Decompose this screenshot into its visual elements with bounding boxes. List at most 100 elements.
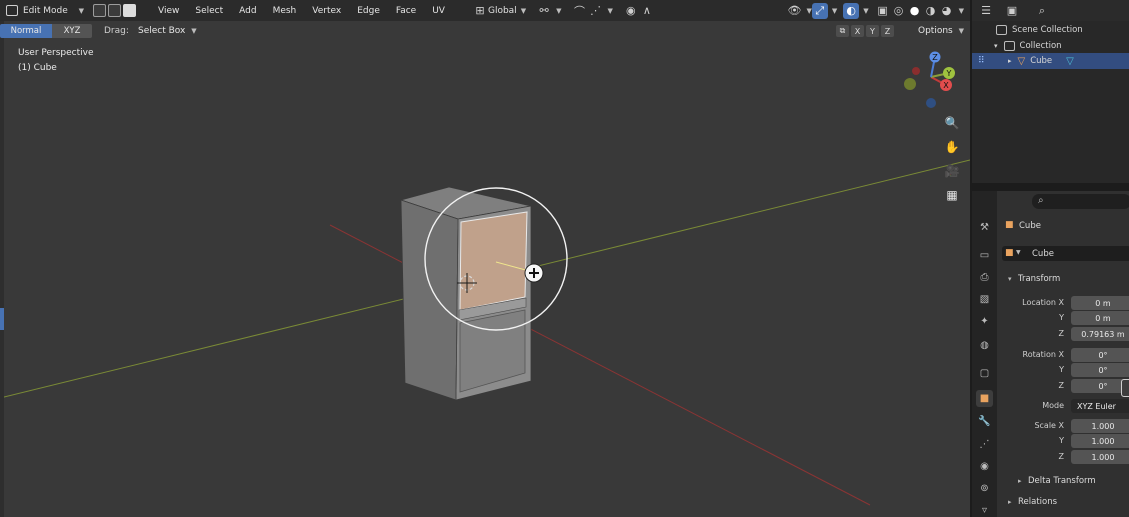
orientation-xyz-button[interactable]: XYZ [52,24,92,38]
view-layer-tab-icon[interactable]: ▧ [976,291,993,308]
display-mode-icon[interactable]: ▣ [1004,3,1020,19]
pivot-point-dropdown[interactable]: ⚯ ▼ [531,2,566,19]
world-tab-icon[interactable]: ◍ [976,337,993,354]
chevron-down-icon: ▼ [520,6,527,15]
menu-select[interactable]: Select [187,2,231,19]
outliner-editor-icon[interactable]: ☰ [978,3,994,19]
menu-face[interactable]: Face [388,2,424,19]
material-shading-icon[interactable]: ◑ [923,3,939,19]
solid-shading-icon[interactable]: ● [907,3,923,19]
physics-tab-icon[interactable]: ◉ [976,458,993,475]
edge-select-button[interactable] [108,4,121,17]
transform-label: Transform [1018,274,1061,284]
object-tab-icon[interactable]: ■ [976,390,993,407]
camera-view-icon[interactable]: 🎥 [942,161,962,181]
3d-viewport[interactable]: User Perspective (1) Cube X Y Z 🔍 ✋ 🎥 ▦ [0,21,970,517]
outliner-collection[interactable]: ▾ Collection [972,38,1129,54]
rotation-mode-label: Mode [1042,401,1064,410]
output-tab-icon[interactable]: ⎙ [976,269,993,286]
modifier-tab-icon[interactable]: 🔧 [976,413,993,430]
vertex-select-button[interactable] [93,4,106,17]
orientation-label: Global [487,5,517,16]
object-name-label: Cube [1019,221,1041,231]
xray-toggle-icon[interactable]: ▣ [875,3,891,19]
snap-toggle[interactable]: ⌒ ⋰ ▼ [566,2,617,19]
properties-tabs: ⚒ ▭ ⎙ ▧ ✦ ◍ ▢ ■ 🔧 ⋰ ◉ ⊚ ▿ [972,191,997,517]
properties-search[interactable]: ⌕ [1032,194,1129,209]
options-dropdown[interactable]: Options ▼ [918,26,964,36]
object-icon: ■ [1005,220,1014,230]
menu-vertex[interactable]: Vertex [304,2,349,19]
selected-inset-face[interactable] [459,211,528,311]
overlay-toggle-icon[interactable]: ◐ [843,2,860,19]
transform-orientation-dropdown[interactable]: ⊞ Global ▼ [467,2,531,19]
gizmo-toggle-icon[interactable]: ⤢ [811,2,828,19]
menu-uv[interactable]: UV [424,2,453,19]
drag-label: Drag: [104,26,129,36]
expand-arrow-icon[interactable]: ▾ [994,42,998,50]
pan-hand-icon[interactable]: ✋ [942,137,962,157]
location-x-field[interactable]: 0 m [1071,296,1129,310]
drag-select-value: Select Box [138,26,186,36]
mirror-icon[interactable]: ⧉ [836,25,849,37]
chevron-down-icon: ▼ [556,6,562,15]
wireframe-shading-icon[interactable]: ◎ [891,3,907,19]
location-y-field[interactable]: 0 m [1071,311,1129,325]
orientation-normal-button[interactable]: Normal [0,24,52,38]
toolbar-edge[interactable] [0,21,4,517]
chevron-down-icon: ▼ [958,27,964,35]
location-z-field[interactable]: 0.79163 m [1071,327,1129,341]
axis-z-button[interactable]: Z [881,25,894,37]
scale-y-field[interactable]: 1.000 [1071,434,1129,448]
properties-panel: ▤ ⌕ ⚒ ▭ ⎙ ▧ ✦ ◍ ▢ ■ 🔧 ⋰ ◉ ⊚ ▿ ■ Cube ■ ▼… [970,191,1129,517]
gizmo-y-label: Y [946,69,952,78]
options-label: Options [918,26,953,36]
drag-select-dropdown[interactable]: Select Box ▼ [138,26,197,36]
menu-mesh[interactable]: Mesh [265,2,305,19]
visibility-icon[interactable]: 👁 [786,3,802,19]
menu-edge[interactable]: Edge [349,2,388,19]
axis-x-button[interactable]: X [851,25,864,37]
location-y-label: Y [1059,313,1064,322]
scale-z-field[interactable]: 1.000 [1071,450,1129,464]
rotation-mode-dropdown[interactable]: XYZ Euler [1071,399,1129,413]
proportional-editing-toggle[interactable]: ◉ ∧ [618,2,660,19]
scene-tab-icon[interactable]: ✦ [976,313,993,330]
rotation-y-field[interactable]: 0° [1071,363,1129,377]
animate-property-icon[interactable] [1121,379,1129,397]
editor-divider[interactable] [970,183,1129,191]
zoom-icon[interactable]: 🔍 [942,113,962,133]
particles-tab-icon[interactable]: ⋰ [976,436,993,453]
axis-y-button[interactable]: Y [866,25,879,37]
navigation-gizmo[interactable]: X Y Z [898,51,964,113]
face-select-button[interactable] [123,4,136,17]
outliner-cube-row[interactable]: ⠿ ▸ ▽ Cube ▽ [972,53,1129,69]
snap-icon: ⌒ [573,4,585,18]
cube-mesh[interactable] [399,186,532,401]
tool-tab-icon[interactable]: ⚒ [976,219,993,236]
outliner-panel: ☰ ▣ ⌕ Scene Collection ▾ Collection ⠿ ▸ … [970,0,1129,183]
collection-label: Collection [1019,41,1062,51]
mode-selector[interactable]: Edit Mode ▼ [3,2,89,19]
outliner-scene-collection[interactable]: Scene Collection [972,22,1129,38]
render-tab-icon[interactable]: ▭ [976,247,993,264]
rendered-shading-icon[interactable]: ◕ [939,3,955,19]
rotation-x-field[interactable]: 0° [1071,348,1129,362]
search-icon[interactable]: ⌕ [1034,3,1050,19]
scale-x-field[interactable]: 1.000 [1071,419,1129,433]
constraints-tab-icon[interactable]: ⊚ [976,480,993,497]
menu-add[interactable]: Add [231,2,264,19]
collection-tab-icon[interactable]: ▢ [976,365,993,382]
chevron-down-icon: ▼ [831,6,838,15]
menu-view[interactable]: View [150,2,187,19]
expand-arrow-icon[interactable]: ▸ [1008,57,1012,65]
data-tab-icon[interactable]: ▿ [976,502,993,517]
scene-canvas[interactable] [0,21,970,517]
location-x-label: Location X [1022,298,1064,307]
collection-icon [1003,41,1015,51]
chevron-down-icon: ▼ [1016,249,1021,256]
edit-mode-indicator-icon: ⠿ [978,56,985,66]
mesh-data-icon[interactable]: ▽ [1066,56,1074,67]
perspective-grid-icon[interactable]: ▦ [942,185,962,205]
object-name-field[interactable]: ■ ▼ Cube [1002,246,1129,261]
